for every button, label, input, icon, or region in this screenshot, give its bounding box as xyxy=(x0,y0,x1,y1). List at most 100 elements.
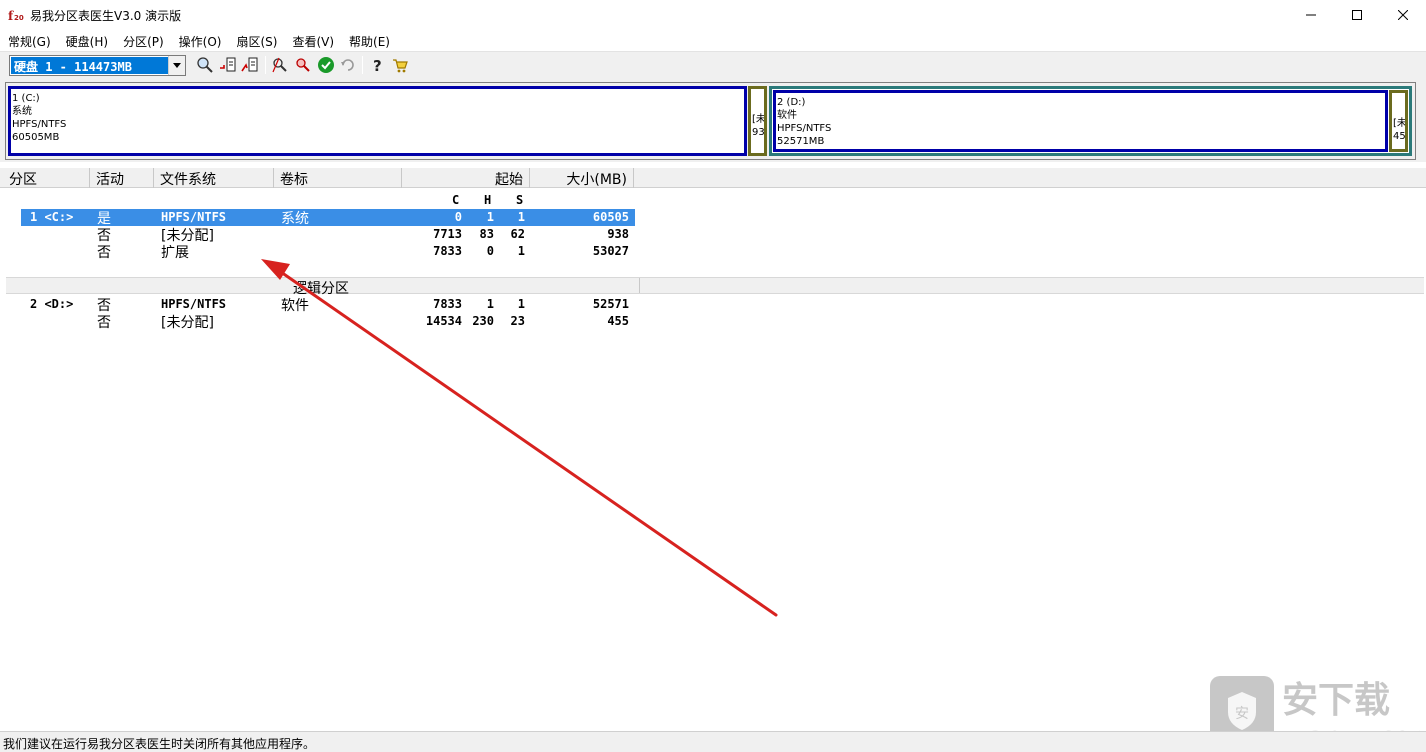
menu-disk[interactable]: 硬盘(H) xyxy=(58,30,115,51)
cell-start-h: 1 xyxy=(486,210,494,224)
block-line: 52571MB xyxy=(777,136,825,147)
block-line: [未 xyxy=(752,114,766,125)
svg-text:?: ? xyxy=(373,57,382,74)
watermark-text: 安下载 xyxy=(1282,680,1390,721)
table-row[interactable]: 否 [未分配] 7713 83 62 938 xyxy=(0,226,1426,244)
cell-start-s: 1 xyxy=(517,210,525,224)
minimize-icon xyxy=(1306,14,1316,16)
menu-partition[interactable]: 分区(P) xyxy=(115,30,171,51)
unallocated-block-2[interactable]: [未 455 xyxy=(1389,90,1408,152)
app-logo-icon: f 20 xyxy=(8,8,24,22)
menu-general[interactable]: 常规(G) xyxy=(0,30,58,51)
col-size[interactable]: 大小(MB) xyxy=(530,168,634,188)
status-text: 我们建议在运行易我分区表医生时关闭所有其他应用程序。 xyxy=(3,737,316,751)
cell-active: 否 xyxy=(97,245,111,261)
cell-start-c: 7833 xyxy=(433,297,462,311)
cell-start-h: 230 xyxy=(472,314,494,328)
cell-start-h: 0 xyxy=(486,244,494,258)
block-line: HPFS/NTFS xyxy=(777,123,832,134)
cell-filesystem: [未分配] xyxy=(161,315,214,331)
table-row[interactable]: 1 <C:> 是 HPFS/NTFS 系统 0 1 1 60505 xyxy=(0,209,1426,227)
cell-start-s: 1 xyxy=(517,297,525,311)
close-icon xyxy=(1398,10,1408,20)
remove-icon[interactable] xyxy=(294,56,312,74)
scan-icon[interactable] xyxy=(196,56,214,74)
cell-size: 52571 xyxy=(592,297,629,311)
rebuild-icon[interactable] xyxy=(271,56,289,74)
block-line: 系统 xyxy=(12,106,32,117)
column-divider xyxy=(639,278,640,293)
cell-start-c: 14534 xyxy=(425,314,462,328)
subheader-h: H xyxy=(484,193,492,207)
svg-text:安: 安 xyxy=(1235,706,1249,722)
cell-size: 455 xyxy=(607,314,629,328)
undo-icon[interactable] xyxy=(339,56,357,74)
block-line: 93 xyxy=(752,127,765,138)
cell-size: 938 xyxy=(607,227,629,241)
partition-list: C H S 1 <C:> 是 HPFS/NTFS 系统 0 1 1 60505 … xyxy=(0,189,1426,729)
row-selection-highlight xyxy=(21,209,635,226)
dropdown-arrow-icon[interactable] xyxy=(168,56,185,75)
menu-help[interactable]: 帮助(E) xyxy=(341,30,397,51)
cell-active: 否 xyxy=(97,315,111,331)
backup-icon[interactable] xyxy=(219,56,237,74)
partition-map-frame: 1 (C:) 系统 HPFS/NTFS 60505MB [未 93 2 (D:)… xyxy=(5,82,1416,160)
partition-list-header: 分区 活动 文件系统 卷标 起始 大小(MB) xyxy=(0,168,1426,188)
toolbar-separator xyxy=(265,56,266,74)
toolbar-separator xyxy=(362,56,363,74)
title-bar: f 20 易我分区表医生V3.0 演示版 xyxy=(0,0,1426,30)
block-line: 1 (C:) xyxy=(12,93,40,104)
partition-block-d[interactable]: 2 (D:) 软件 HPFS/NTFS 52571MB xyxy=(773,90,1388,152)
cell-start-c: 7833 xyxy=(433,244,462,258)
col-start[interactable]: 起始 xyxy=(402,168,530,188)
disk-select-value: 硬盘 1 - 114473MB xyxy=(11,57,168,74)
col-partition[interactable]: 分区 xyxy=(3,168,90,188)
toolbar: 硬盘 1 - 114473MB ? xyxy=(0,51,1426,77)
logical-partition-section: 逻辑分区 xyxy=(6,277,1424,297)
cell-size: 53027 xyxy=(592,244,629,258)
menu-view[interactable]: 查看(V) xyxy=(284,30,341,51)
minimize-button[interactable] xyxy=(1288,0,1334,30)
cell-partition-id: 1 <C:> xyxy=(30,210,74,224)
disk-select[interactable]: 硬盘 1 - 114473MB xyxy=(9,55,186,76)
close-button[interactable] xyxy=(1380,0,1426,30)
cell-start-s: 62 xyxy=(510,227,525,241)
partition-block-c[interactable]: 1 (C:) 系统 HPFS/NTFS 60505MB xyxy=(8,86,747,156)
maximize-icon xyxy=(1352,10,1362,20)
maximize-button[interactable] xyxy=(1334,0,1380,30)
menu-sector[interactable]: 扇区(S) xyxy=(228,30,284,51)
cell-label: 系统 xyxy=(281,211,309,227)
cell-size: 60505 xyxy=(592,210,629,224)
table-row[interactable]: 2 <D:> 否 HPFS/NTFS 软件 7833 1 1 52571 xyxy=(0,296,1426,314)
table-row[interactable]: 否 [未分配] 14534 230 23 455 xyxy=(0,313,1426,331)
col-filesystem[interactable]: 文件系统 xyxy=(154,168,274,188)
cell-label: 软件 xyxy=(281,298,309,314)
extended-partition-block[interactable]: 2 (D:) 软件 HPFS/NTFS 52571MB [未 455 xyxy=(769,86,1412,156)
cell-start-s: 1 xyxy=(517,244,525,258)
cell-filesystem: HPFS/NTFS xyxy=(161,210,227,224)
block-line: 软件 xyxy=(777,110,797,121)
unallocated-block-1[interactable]: [未 93 xyxy=(748,86,767,156)
block-line: 60505MB xyxy=(12,132,60,143)
restore-icon[interactable] xyxy=(241,56,259,74)
cell-start-h: 83 xyxy=(479,227,494,241)
col-active[interactable]: 活动 xyxy=(90,168,154,188)
window-title: 易我分区表医生V3.0 演示版 xyxy=(30,9,182,23)
cell-partition-id: 2 <D:> xyxy=(30,297,74,311)
cell-start-h: 1 xyxy=(486,297,494,311)
block-line: HPFS/NTFS xyxy=(12,119,67,130)
cart-icon[interactable] xyxy=(391,56,409,74)
help-icon[interactable]: ? xyxy=(368,56,386,74)
cell-filesystem: 扩展 xyxy=(161,245,189,261)
menu-operation[interactable]: 操作(O) xyxy=(171,30,229,51)
cell-start-c: 0 xyxy=(454,210,462,224)
partition-map: 1 (C:) 系统 HPFS/NTFS 60505MB [未 93 2 (D:)… xyxy=(0,77,1426,162)
col-label[interactable]: 卷标 xyxy=(274,168,402,188)
block-line: 2 (D:) xyxy=(777,97,806,108)
cell-filesystem: HPFS/NTFS xyxy=(161,297,227,311)
subheader-s: S xyxy=(516,193,524,207)
check-icon[interactable] xyxy=(317,56,335,74)
svg-text:20: 20 xyxy=(14,14,24,22)
cell-start-c: 7713 xyxy=(433,227,462,241)
table-row[interactable]: 否 扩展 7833 0 1 53027 xyxy=(0,243,1426,261)
